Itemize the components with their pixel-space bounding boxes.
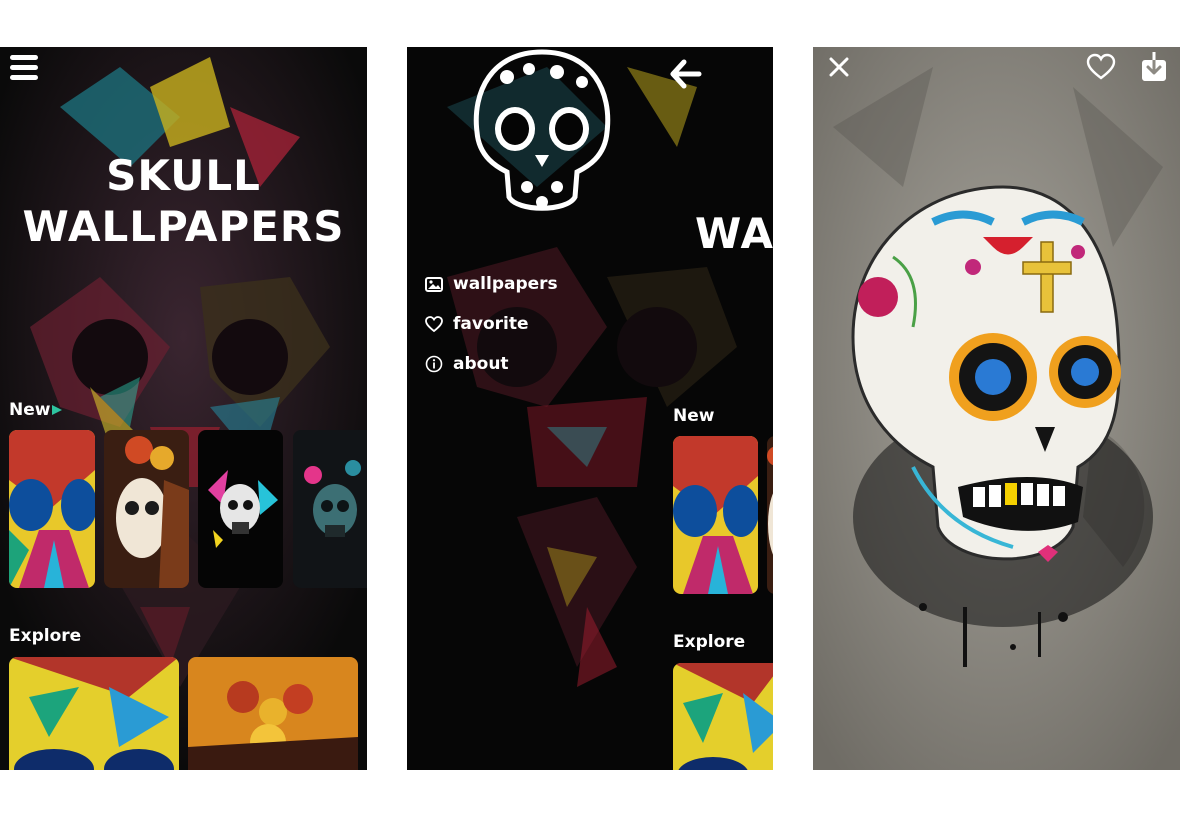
menu-screen: WA wallpapers favorite about New Explore <box>407 47 773 770</box>
section-new-label: New <box>9 400 63 420</box>
info-circle-icon <box>425 355 443 373</box>
new-wallpaper-thumb-2[interactable] <box>767 436 773 594</box>
wallpaper-art <box>673 436 758 594</box>
hamburger-menu-icon[interactable] <box>10 53 38 83</box>
wallpaper-art <box>293 430 367 588</box>
section-explore-label: Explore <box>673 632 746 652</box>
home-screen: SKULL WALLPAPERS New Explore <box>0 47 367 770</box>
app-title-fragment: WA <box>695 209 773 258</box>
title-line-1: SKULL <box>106 151 261 200</box>
heart-outline-icon[interactable] <box>1086 53 1116 81</box>
wallpaper-art <box>198 430 283 588</box>
wallpaper-art <box>9 657 179 770</box>
menu-item-label: about <box>453 354 509 374</box>
section-new-label: New <box>673 406 715 426</box>
menu-item-label: favorite <box>453 314 529 334</box>
wallpaper-detail-screen <box>813 47 1180 770</box>
triangle-arrow-icon <box>52 405 63 415</box>
back-arrow-icon[interactable] <box>670 59 702 89</box>
title-line-2: WALLPAPERS <box>22 202 345 251</box>
new-wallpaper-thumb-1[interactable] <box>673 436 758 594</box>
menu-item-wallpapers[interactable]: wallpapers <box>425 269 558 299</box>
wallpaper-art <box>767 436 773 594</box>
wallpaper-art <box>188 657 358 770</box>
floral-skull-logo <box>473 49 611 211</box>
heart-outline-icon <box>425 315 443 333</box>
section-explore-label: Explore <box>9 626 82 646</box>
new-wallpaper-thumb-3[interactable] <box>198 430 283 588</box>
menu-item-about[interactable]: about <box>425 349 509 379</box>
explore-wallpaper-thumb-1[interactable] <box>673 663 773 770</box>
wallpaper-art <box>104 430 189 588</box>
new-wallpaper-thumb-2[interactable] <box>104 430 189 588</box>
explore-wallpaper-thumb-2[interactable] <box>188 657 358 770</box>
close-icon[interactable] <box>829 57 849 77</box>
menu-item-label: wallpapers <box>453 274 558 294</box>
new-wallpaper-thumb-1[interactable] <box>9 430 95 588</box>
new-wallpaper-thumb-4[interactable] <box>293 430 367 588</box>
wallpaper-art <box>9 430 95 588</box>
explore-wallpaper-thumb-1[interactable] <box>9 657 179 770</box>
image-gallery-icon <box>425 275 443 293</box>
sugar-skull-wallpaper <box>813 47 1180 770</box>
new-label-text: New <box>9 400 51 420</box>
download-icon[interactable] <box>1141 52 1167 82</box>
menu-item-favorite[interactable]: favorite <box>425 309 529 339</box>
wallpaper-art <box>673 663 773 770</box>
